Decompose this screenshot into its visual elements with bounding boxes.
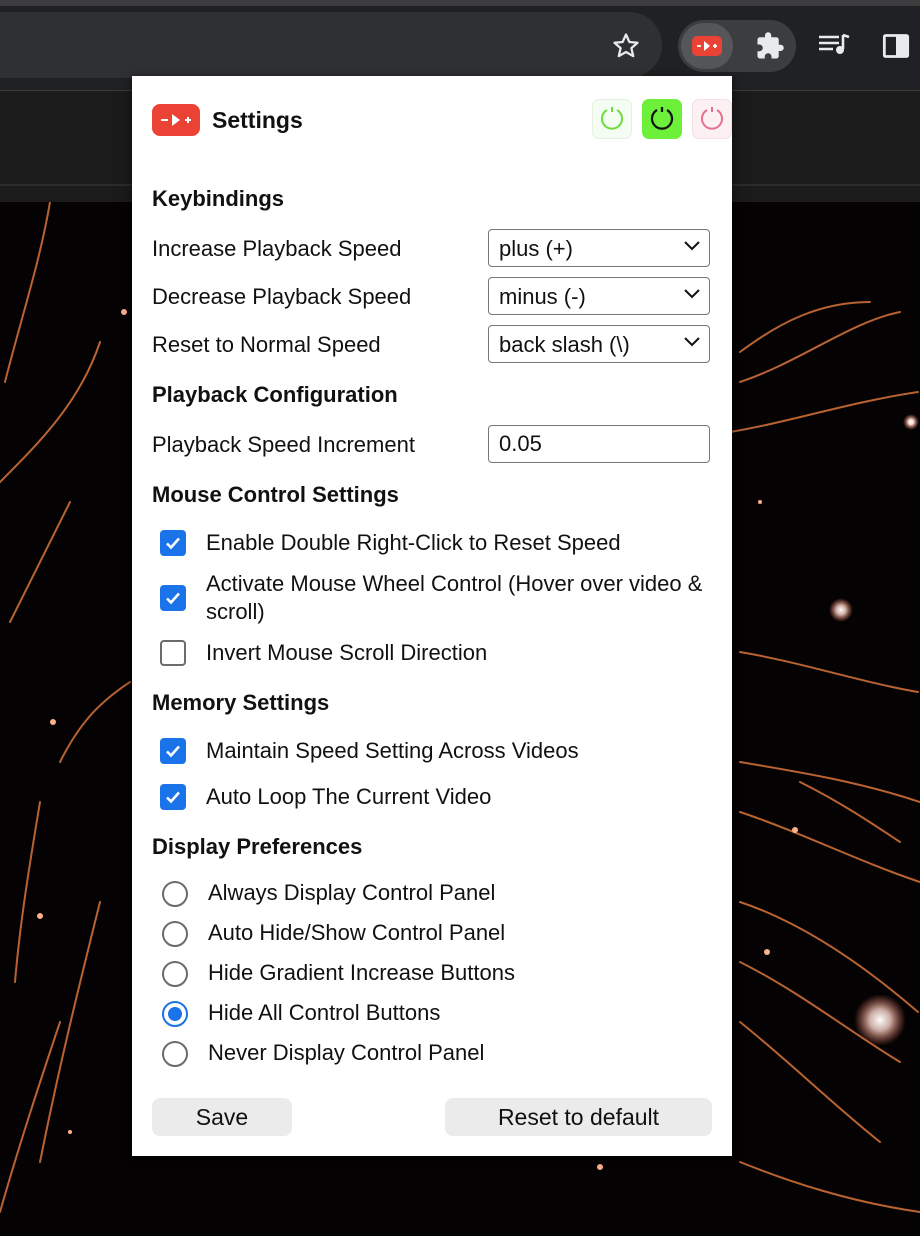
- checkmark-icon: [166, 537, 180, 550]
- side-panel-icon[interactable]: [874, 24, 918, 68]
- reset-to-default-button[interactable]: Reset to default: [445, 1098, 712, 1136]
- reset-speed-label: Reset to Normal Speed: [152, 332, 381, 357]
- always-display-label: Always Display Control Panel: [208, 880, 496, 905]
- hide-all-buttons-label: Hide All Control Buttons: [208, 1000, 441, 1025]
- double-right-click-checkbox[interactable]: [160, 530, 186, 556]
- bookmark-star-icon[interactable]: [604, 24, 648, 68]
- checkmark-icon: [166, 745, 180, 758]
- increase-speed-label: Increase Playback Speed: [152, 236, 402, 261]
- chevron-down-icon: [684, 289, 700, 299]
- theme-pink-button[interactable]: [692, 99, 732, 139]
- power-icon: [701, 107, 723, 130]
- auto-hide-show-radio[interactable]: [162, 921, 188, 947]
- select-value: back slash (\): [499, 332, 630, 357]
- checkmark-icon: [166, 791, 180, 804]
- never-display-label: Never Display Control Panel: [208, 1040, 485, 1065]
- display-preferences-heading: Display Preferences: [152, 834, 363, 859]
- tab-strip-edge: [0, 0, 920, 6]
- maintain-speed-checkbox[interactable]: [160, 738, 186, 764]
- settings-popup: Settings Keybindings Increase Playback S…: [132, 76, 732, 1156]
- keybindings-heading: Keybindings: [152, 186, 285, 211]
- speed-increment-input[interactable]: [488, 425, 710, 463]
- mouse-control-heading: Mouse Control Settings: [152, 482, 399, 507]
- popup-title: Settings: [212, 107, 303, 133]
- save-button[interactable]: Save: [152, 1098, 292, 1136]
- extensions-puzzle-icon[interactable]: [748, 24, 792, 68]
- decrease-speed-select[interactable]: minus (-): [488, 277, 710, 315]
- select-value: minus (-): [499, 284, 586, 309]
- theme-light-button[interactable]: [592, 99, 632, 139]
- auto-loop-checkbox[interactable]: [160, 784, 186, 810]
- never-display-radio[interactable]: [162, 1041, 188, 1067]
- mouse-wheel-checkbox[interactable]: [160, 585, 186, 611]
- hide-all-buttons-radio[interactable]: [162, 1001, 188, 1027]
- maintain-speed-label: Maintain Speed Setting Across Videos: [206, 738, 579, 763]
- speed-increment-label: Playback Speed Increment: [152, 432, 415, 457]
- memory-settings-heading: Memory Settings: [152, 690, 330, 715]
- increase-speed-select[interactable]: plus (+): [488, 229, 710, 267]
- auto-loop-label: Auto Loop The Current Video: [206, 784, 492, 809]
- power-icon: [601, 107, 623, 130]
- hide-gradient-radio[interactable]: [162, 961, 188, 987]
- auto-hide-show-label: Auto Hide/Show Control Panel: [208, 920, 506, 945]
- hide-gradient-label: Hide Gradient Increase Buttons: [208, 960, 515, 985]
- always-display-radio[interactable]: [162, 881, 188, 907]
- double-right-click-label: Enable Double Right-Click to Reset Speed: [206, 530, 621, 555]
- popup-header: Settings: [152, 99, 732, 140]
- mouse-wheel-label: Activate Mouse Wheel Control (Hover over…: [206, 571, 703, 624]
- chevron-down-icon: [684, 241, 700, 251]
- chevron-down-icon: [684, 337, 700, 347]
- reset-speed-select[interactable]: back slash (\): [488, 325, 710, 363]
- address-bar[interactable]: [0, 12, 662, 78]
- invert-scroll-label: Invert Mouse Scroll Direction: [206, 640, 488, 665]
- power-icon: [650, 107, 674, 130]
- playback-config-heading: Playback Configuration: [152, 382, 398, 407]
- checkmark-icon: [166, 592, 180, 605]
- invert-scroll-checkbox[interactable]: [160, 640, 186, 666]
- speed-extension-toolbar-icon[interactable]: [681, 23, 733, 69]
- media-queue-icon[interactable]: [812, 24, 856, 68]
- speed-controller-logo-icon: [152, 104, 200, 136]
- decrease-speed-label: Decrease Playback Speed: [152, 284, 412, 309]
- theme-dark-button[interactable]: [642, 99, 682, 139]
- select-value: plus (+): [499, 236, 573, 261]
